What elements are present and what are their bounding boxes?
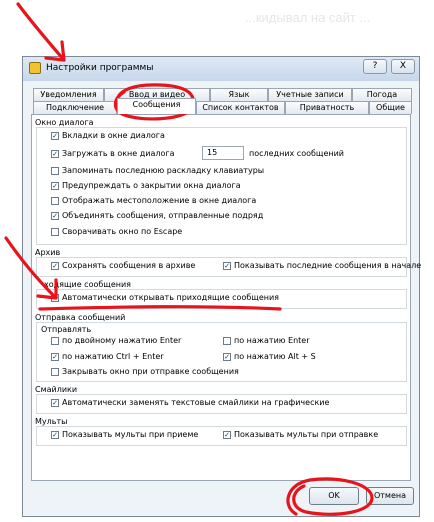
title-bar: Настройки программы ? X: [23, 57, 419, 81]
background-text: ...кидывал на сайт ...: [245, 10, 371, 25]
group-title-multy: Мульты: [35, 417, 68, 426]
tab-messages[interactable]: Сообщения: [117, 98, 196, 114]
label-show-last-first: Показывать последние сообщения в начале: [234, 261, 422, 270]
checkbox-tabs-in-dialog[interactable]: [51, 132, 59, 140]
label-warn-close: Предупреждать о закрытии окна диалога: [62, 181, 241, 190]
tab-language[interactable]: Язык: [210, 88, 268, 101]
checkbox-load-in-dialog[interactable]: [51, 150, 59, 158]
label-close-on-send: Закрывать окно при отправке сообщения: [62, 367, 239, 376]
tab-notifications[interactable]: Уведомления: [33, 88, 104, 101]
tab-contact-list[interactable]: Список контактов: [196, 101, 285, 114]
group-title-archive: Архив: [35, 248, 61, 257]
checkbox-ctrl-enter[interactable]: [51, 353, 59, 361]
checkbox-alt-s[interactable]: [223, 353, 231, 361]
label-double-enter: по двойному нажатию Enter: [62, 336, 182, 345]
messages-panel: Окно диалога Вкладки в окне диалога Загр…: [31, 114, 421, 481]
checkbox-multy-receive[interactable]: [51, 431, 59, 439]
close-button[interactable]: X: [391, 59, 415, 74]
label-load-suffix: последних сообщений: [249, 149, 345, 158]
label-minimize-escape: Сворачивать окно по Escape: [62, 227, 183, 236]
checkbox-show-location[interactable]: [51, 197, 59, 205]
checkbox-merge-messages[interactable]: [51, 212, 59, 220]
label-load-in-dialog: Загружать в окне диалога: [62, 149, 175, 158]
checkbox-minimize-escape[interactable]: [51, 228, 59, 236]
tab-general[interactable]: Общие: [369, 101, 412, 114]
label-multy-send: Показывать мульты при отправке: [234, 430, 379, 439]
checkbox-show-last-first[interactable]: [223, 262, 231, 270]
label-alt-s: по нажатию Alt + S: [234, 352, 316, 361]
label-auto-open-incoming: Автоматически открывать приходящие сообщ…: [62, 293, 279, 302]
top-arrow-icon: [16, 2, 66, 62]
checkbox-double-enter[interactable]: [51, 337, 59, 345]
checkbox-warn-close[interactable]: [51, 182, 59, 190]
group-title-incoming: ходящие сообщения: [44, 280, 131, 289]
label-show-location: Отображать местоположение в окне диалога: [62, 196, 257, 205]
app-icon: [29, 62, 41, 74]
label-ctrl-enter: по нажатию Ctrl + Enter: [62, 352, 164, 361]
checkbox-multy-send[interactable]: [223, 431, 231, 439]
settings-window: Настройки программы ? X Уведомления Ввод…: [22, 56, 421, 517]
group-title-smileys: Смайлики: [35, 385, 78, 394]
group-title-dialog: Окно диалога: [35, 118, 94, 127]
checkbox-remember-layout[interactable]: [51, 167, 59, 175]
cancel-button[interactable]: Отмена: [366, 487, 414, 505]
checkbox-replace-smileys[interactable]: [51, 399, 59, 407]
label-enter: по нажатию Enter: [234, 336, 310, 345]
label-merge-messages: Объединять сообщения, отправленные подря…: [62, 211, 264, 220]
label-multy-receive: Показывать мульты при приеме: [62, 430, 199, 439]
tab-privacy[interactable]: Приватность: [285, 101, 369, 114]
tab-accounts[interactable]: Учетные записи: [268, 88, 352, 101]
checkbox-enter[interactable]: [223, 337, 231, 345]
ok-button[interactable]: OK: [309, 487, 359, 505]
checkbox-auto-open-incoming[interactable]: [51, 294, 59, 302]
tab-connection[interactable]: Подключение: [33, 101, 117, 114]
label-save-archive: Сохранять сообщения в архиве: [62, 261, 196, 270]
load-count-input[interactable]: 15: [202, 146, 244, 160]
window-title: Настройки программы: [46, 63, 154, 73]
checkbox-save-archive[interactable]: [51, 262, 59, 270]
label-send-by: Отправлять: [41, 325, 92, 334]
checkbox-close-on-send[interactable]: [51, 368, 59, 376]
label-tabs-in-dialog: Вкладки в окне диалога: [62, 131, 165, 140]
label-replace-smileys: Автоматически заменять текстовые смайлик…: [62, 398, 330, 407]
label-remember-layout: Запоминать последнюю раскладку клавиатур…: [62, 166, 265, 175]
help-button[interactable]: ?: [363, 59, 387, 74]
group-title-sending: Отправка сообщений: [35, 313, 126, 322]
tab-weather[interactable]: Погода: [352, 88, 412, 101]
